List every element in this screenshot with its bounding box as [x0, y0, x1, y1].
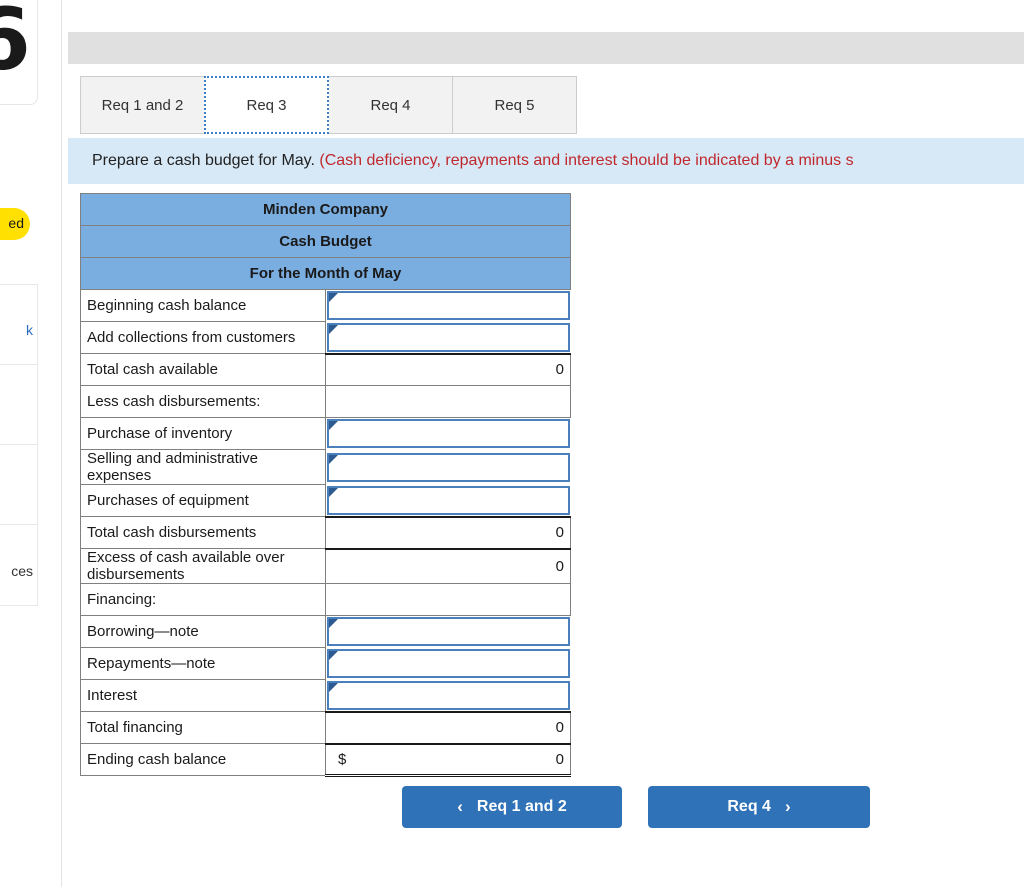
row-label: Add collections from customers: [80, 321, 326, 354]
purchases-of-equipment-input[interactable]: [327, 485, 570, 515]
table-row: Total cash available 0: [80, 352, 571, 386]
sidebar-list: k ces: [0, 284, 38, 606]
table-row: Purchases of equipment: [80, 484, 571, 517]
chevron-right-icon: ›: [784, 797, 791, 816]
table-row: Borrowing—note: [80, 615, 571, 648]
row-label: Purchases of equipment: [80, 484, 326, 517]
row-input-cell[interactable]: [326, 418, 571, 450]
row-label: Total financing: [80, 711, 326, 744]
tab-label: Req 5: [494, 96, 535, 114]
total-financing-value: 0: [325, 710, 571, 744]
row-label: Beginning cash balance: [80, 289, 326, 322]
status-badge: ed: [0, 208, 30, 240]
row-input-cell[interactable]: [326, 680, 571, 712]
main-content: Req 1 and 2 Req 3 Req 4 Req 5 Prepare a …: [68, 0, 1024, 887]
row-input-cell[interactable]: [326, 290, 571, 322]
row-empty-cell: [325, 385, 571, 418]
toolbar: [68, 32, 1024, 64]
instruction-prompt: Prepare a cash budget for May.: [92, 152, 315, 169]
row-input-cell[interactable]: [326, 485, 571, 517]
row-label: Financing:: [80, 583, 326, 616]
row-empty-cell: [325, 583, 571, 616]
cash-budget-body: Minden Company Cash Budget For the Month…: [80, 193, 571, 777]
tab-label: Req 4: [370, 96, 411, 114]
purchase-of-inventory-input[interactable]: [327, 419, 570, 449]
ending-cash-balance-cell: $ 0: [325, 742, 571, 777]
tab-req-1-and-2[interactable]: Req 1 and 2: [80, 76, 205, 134]
cash-budget-table: Minden Company Cash Budget For the Month…: [80, 193, 571, 777]
next-requirement-button[interactable]: Req 4 ›: [648, 786, 870, 828]
prev-requirement-button[interactable]: ‹ Req 1 and 2: [402, 786, 622, 828]
tab-label: Req 1 and 2: [101, 96, 184, 114]
status-badge-label: ed: [8, 215, 24, 231]
row-input-cell[interactable]: [326, 322, 571, 354]
row-label: Total cash disbursements: [80, 516, 326, 549]
collections-from-customers-input[interactable]: [327, 322, 570, 352]
pagination-controls: ‹ Req 1 and 2 Req 4 ›: [68, 786, 1024, 828]
table-row: Purchase of inventory: [80, 417, 571, 450]
list-item[interactable]: k: [0, 285, 37, 365]
table-title-period: For the Month of May: [80, 257, 571, 290]
list-item[interactable]: [0, 365, 37, 445]
table-header-row: For the Month of May: [80, 257, 571, 290]
table-header-row: Minden Company: [80, 193, 571, 226]
currency-symbol: $: [338, 750, 347, 768]
table-row: Selling and administrative expenses: [80, 449, 571, 485]
table-row: Ending cash balance $ 0: [80, 742, 571, 777]
total-cash-available-value: 0: [325, 352, 571, 386]
table-row: Repayments—note: [80, 647, 571, 680]
logo-glyph: 6: [0, 0, 31, 90]
row-input-cell[interactable]: [326, 616, 571, 648]
table-row: Beginning cash balance: [80, 289, 571, 322]
table-row: Interest: [80, 679, 571, 712]
left-sidebar-partial: 6 ed k ces: [0, 0, 62, 887]
tab-req-3[interactable]: Req 3: [204, 76, 329, 134]
list-item[interactable]: [0, 445, 37, 525]
excess-cash-value: 0: [325, 547, 571, 584]
prev-requirement-label: Req 1 and 2: [476, 798, 567, 815]
ending-cash-balance-value: 0: [555, 750, 564, 768]
page-root: 6 ed k ces Req 1 and 2 Req 3 Req 4 Req 5…: [0, 0, 1024, 887]
borrowing-note-input[interactable]: [327, 617, 570, 647]
table-row: Financing:: [80, 583, 571, 616]
total-cash-disbursements-value: 0: [325, 515, 571, 549]
next-requirement-label: Req 4: [727, 798, 771, 815]
row-label: Purchase of inventory: [80, 417, 326, 450]
instruction-note: (Cash deficiency, repayments and interes…: [319, 152, 854, 169]
tab-label: Req 3: [246, 96, 287, 114]
list-item-label: ces: [11, 563, 33, 579]
row-label: Excess of cash available over disburseme…: [80, 548, 326, 584]
instruction-banner: Prepare a cash budget for May. (Cash def…: [68, 138, 1024, 184]
table-row: Excess of cash available over disburseme…: [80, 547, 571, 584]
beginning-cash-balance-input[interactable]: [327, 291, 570, 321]
logo-card: 6: [0, 0, 38, 105]
table-row: Total cash disbursements 0: [80, 515, 571, 549]
table-row: Total financing 0: [80, 710, 571, 744]
row-label: Interest: [80, 679, 326, 712]
row-label: Repayments—note: [80, 647, 326, 680]
tab-bar: Req 1 and 2 Req 3 Req 4 Req 5: [80, 76, 577, 134]
row-label: Selling and administrative expenses: [80, 449, 326, 485]
tab-req-5[interactable]: Req 5: [452, 76, 577, 134]
interest-input[interactable]: [327, 680, 570, 710]
row-label: Total cash available: [80, 353, 326, 386]
row-label: Ending cash balance: [80, 743, 326, 776]
row-label: Borrowing—note: [80, 615, 326, 648]
list-item[interactable]: ces: [0, 525, 37, 605]
row-label: Less cash disbursements:: [80, 385, 326, 418]
repayments-note-input[interactable]: [327, 649, 570, 678]
table-title-company: Minden Company: [80, 193, 571, 226]
table-row: Less cash disbursements:: [80, 385, 571, 418]
chevron-left-icon: ‹: [457, 797, 463, 816]
list-item-label: k: [26, 322, 33, 338]
table-title-statement: Cash Budget: [80, 225, 571, 258]
sidebar-divider: [61, 0, 62, 887]
selling-admin-expenses-input[interactable]: [327, 452, 570, 482]
tab-req-4[interactable]: Req 4: [328, 76, 453, 134]
table-row: Add collections from customers: [80, 321, 571, 354]
instruction-text: Prepare a cash budget for May. (Cash def…: [68, 152, 854, 170]
row-input-cell[interactable]: [326, 450, 571, 485]
row-input-cell[interactable]: [326, 648, 571, 680]
table-header-row: Cash Budget: [80, 225, 571, 258]
